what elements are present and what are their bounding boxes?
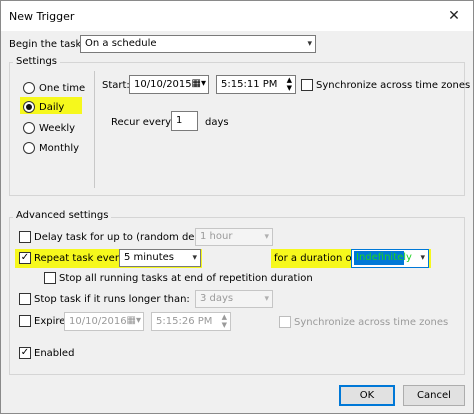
enabled-checkbox[interactable]: ✓ (19, 347, 31, 359)
stop-longer-select[interactable]: 3 days ▾ (195, 290, 273, 308)
delay-task-label: Delay task for up to (random delay): (34, 232, 217, 243)
recur-every-value: 1 (176, 115, 183, 126)
expire-date-picker[interactable]: 10/10/2016 ▦▾ (64, 312, 144, 331)
expire-sync-label: Synchronize across time zones (294, 317, 449, 328)
radio-weekly-label: Weekly (39, 123, 76, 134)
recur-every-label: Recur every: (111, 117, 174, 128)
stop-running-label: Stop all running tasks at end of repetit… (59, 273, 313, 284)
radio-daily-label: Daily (39, 102, 65, 113)
delay-task-value: 1 hour (200, 231, 233, 242)
settings-group-title: Settings (13, 56, 61, 68)
expire-date-value: 10/10/2016 (69, 316, 127, 327)
start-date-picker[interactable]: 10/10/2015 ▦▾ (129, 75, 209, 94)
stop-longer-label: Stop task if it runs longer than: (34, 294, 190, 305)
start-date-value: 10/10/2015 (134, 79, 192, 90)
delay-task-select[interactable]: 1 hour ▾ (195, 228, 273, 246)
radio-one-time[interactable] (23, 82, 35, 94)
cancel-button[interactable]: Cancel (403, 385, 465, 406)
calendar-icon[interactable]: ▦▾ (192, 77, 206, 91)
chevron-down-icon: ▾ (192, 253, 197, 263)
radio-one-time-label: One time (39, 83, 86, 94)
stop-running-checkbox[interactable] (44, 272, 56, 284)
settings-divider (94, 71, 95, 188)
repeat-interval-value: 5 minutes (124, 252, 175, 263)
start-time-spinner[interactable]: 5:15:11 PM ▲ ▼ (216, 75, 296, 94)
spinner-icon[interactable]: ▲ ▼ (287, 76, 292, 92)
delay-task-checkbox[interactable] (19, 231, 31, 243)
expire-time-value: 5:15:26 PM (156, 316, 213, 327)
chevron-down-icon: ▾ (307, 39, 312, 49)
sync-time-zones-checkbox[interactable] (301, 79, 313, 91)
expire-checkbox[interactable] (19, 315, 31, 327)
radio-weekly[interactable] (23, 122, 35, 134)
begin-task-label: Begin the task: (9, 39, 85, 50)
radio-monthly[interactable] (23, 142, 35, 154)
begin-task-select[interactable]: On a schedule ▾ (80, 35, 316, 53)
new-trigger-dialog: New Trigger ✕ Begin the task: On a sched… (0, 0, 474, 414)
chevron-down-icon: ▾ (264, 294, 269, 304)
stop-longer-value: 3 days (200, 293, 234, 304)
spinner-icon[interactable]: ▲ ▼ (222, 313, 227, 329)
expire-time-spinner[interactable]: 5:15:26 PM ▲ ▼ (151, 312, 231, 331)
start-time-value: 5:15:11 PM (221, 79, 278, 90)
repeat-interval-select[interactable]: 5 minutes ▾ (119, 249, 201, 267)
recur-every-input[interactable]: 1 (171, 111, 198, 131)
window-title: New Trigger (9, 10, 75, 23)
duration-select[interactable]: Indefinitely ▾ (351, 249, 429, 268)
enabled-label: Enabled (34, 348, 75, 359)
close-icon[interactable]: ✕ (444, 6, 464, 26)
calendar-icon[interactable]: ▦▾ (127, 314, 141, 328)
start-label: Start: (102, 80, 130, 91)
duration-label: for a duration of: (274, 253, 359, 264)
repeat-task-label: Repeat task every: (34, 253, 128, 264)
sync-time-zones-label: Synchronize across time zones (316, 80, 471, 91)
radio-monthly-label: Monthly (39, 143, 80, 154)
ok-button[interactable]: OK (339, 385, 395, 406)
radio-daily[interactable] (23, 101, 35, 113)
chevron-down-icon: ▾ (264, 232, 269, 242)
stop-longer-checkbox[interactable] (19, 293, 31, 305)
begin-task-value: On a schedule (85, 38, 157, 49)
duration-value: Indefinitely (356, 252, 412, 263)
expire-sync-checkbox[interactable] (279, 316, 291, 328)
title-bar: New Trigger ✕ (1, 1, 473, 31)
repeat-task-checkbox[interactable]: ✓ (19, 252, 31, 264)
chevron-down-icon: ▾ (420, 253, 425, 263)
recur-unit-label: days (205, 117, 229, 128)
advanced-settings-title: Advanced settings (13, 210, 112, 222)
